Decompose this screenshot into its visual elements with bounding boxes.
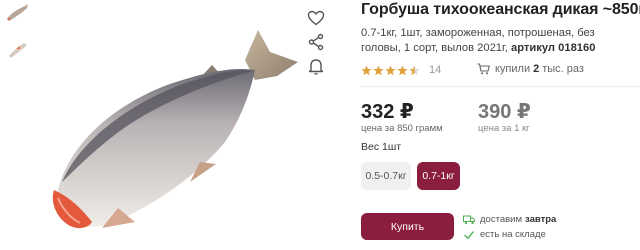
delivery-when: завтра [525,214,557,225]
weight-label: Вес 1шт [361,141,402,153]
star-icon [361,65,372,75]
weight-option-0-7-1[interactable]: 0.7-1кг [417,162,460,190]
article-number: артикул 018160 [510,42,596,54]
bought-count: купили 2 тыс. раз [477,63,584,75]
cart-icon [477,63,490,75]
rating: 14 [361,63,441,77]
rating-stars [361,65,421,76]
delivery-info: доставим завтра [463,214,556,225]
check-icon [464,230,474,239]
reviews-count[interactable]: 14 [429,64,441,76]
bought-number: 2 [533,63,540,75]
product-image [40,22,310,237]
price-per-kg: 390 ₽ [478,101,531,123]
price-main-note: цена за 850 грамм [361,123,443,134]
heart-icon[interactable] [306,8,326,28]
bought-suffix: тыс. раз [542,63,584,75]
truck-icon [463,215,475,224]
bought-prefix: купили [495,63,531,75]
bell-icon[interactable] [306,56,326,76]
delivery-label: доставим [480,214,522,225]
divider [361,86,639,87]
weight-option-0-5-0-7[interactable]: 0.5-0.7кг [361,162,411,190]
stock-label: есть на складе [480,229,546,240]
share-icon[interactable] [306,32,326,52]
star-half-icon [409,65,420,75]
buy-button[interactable]: Купить [361,213,454,240]
price-main: 332 ₽ [361,101,414,123]
product-title: Горбуша тихоокеанская дикая ~850г [361,1,640,18]
product-description: 0.7-1кг, 1шт, замороженная, потрошеная, … [361,26,633,56]
star-icon [397,65,408,75]
thumbnail-image-1[interactable] [4,0,30,26]
star-icon [385,65,396,75]
star-icon [373,65,384,75]
thumbnail-image-2[interactable] [4,36,30,62]
stock-info: есть на складе [464,229,546,240]
price-per-kg-note: цена за 1 кг [478,123,530,134]
